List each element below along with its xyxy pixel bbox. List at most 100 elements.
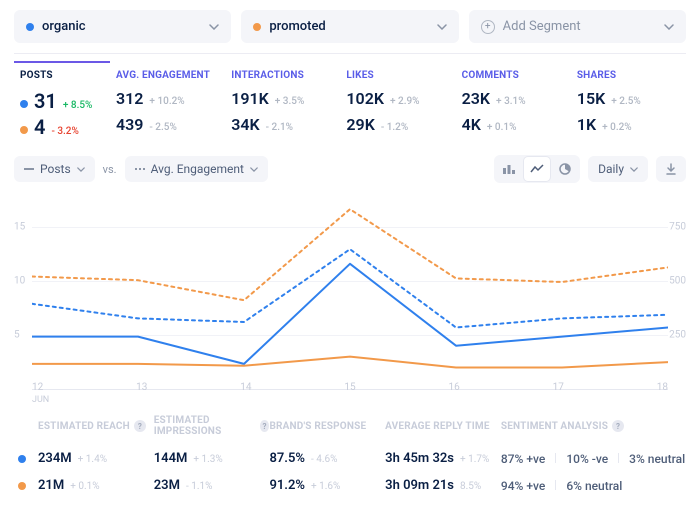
metric-value: 31 (34, 89, 57, 113)
metric-value: 29K (346, 115, 374, 134)
reply-value: 3h 09m 21s (385, 478, 454, 493)
metric-delta: - 1.2% (381, 122, 408, 133)
line-solid-icon (24, 168, 34, 170)
vs-label: vs. (103, 163, 117, 176)
y-tick: 10 (14, 276, 25, 287)
metric-value: 4K (462, 115, 481, 134)
chart: 15 10 5 750 500 250 12131415161718 JUN (14, 191, 686, 391)
help-icon[interactable]: ? (612, 420, 624, 432)
impr-value: 144M (154, 451, 188, 466)
chevron-down-icon (250, 167, 258, 172)
dot-promoted (18, 482, 26, 490)
line-dashed-icon (135, 168, 145, 170)
metric-col-likes[interactable]: LIKES 102K+ 2.9% 29K- 1.2% (340, 64, 455, 151)
reach-delta: + 1.4% (78, 454, 107, 465)
metric-delta: + 2.9% (390, 96, 420, 107)
reach-value: 21M (38, 478, 64, 493)
sent-neg: 10% -ve (566, 452, 608, 466)
left-metric-selector[interactable]: Posts (14, 156, 95, 182)
metric-col-shares[interactable]: SHARES 15K+ 2.5% 1K+ 0.2% (571, 64, 686, 151)
table-row: 234M+ 1.4% 144M+ 1.3% 87.5%- 4.6% 3h 45m… (14, 445, 686, 472)
resp-value: 87.5% (269, 451, 305, 466)
left-metric-label: Posts (40, 162, 71, 176)
metric-col-comments[interactable]: COMMENTS 23K+ 3.1% 4K+ 0.1% (456, 64, 571, 151)
divider (14, 53, 686, 54)
reach-delta: + 0.1% (70, 481, 99, 492)
metric-delta: + 2.5% (611, 96, 641, 107)
metric-delta: + 3.1% (496, 96, 526, 107)
y-tick: 5 (14, 330, 20, 341)
segment-label: promoted (269, 19, 325, 34)
resp-delta: - 4.6% (311, 454, 337, 465)
chevron-down-icon (630, 167, 638, 172)
th-reply: AVERAGE REPLY TIME (385, 415, 501, 437)
metric-value: 312 (116, 89, 143, 108)
metric-header: AVG. ENGAGEMENT (116, 70, 219, 81)
segment-label: organic (42, 19, 86, 34)
impr-value: 23M (154, 478, 180, 493)
metric-delta: - 2.5% (149, 122, 176, 133)
segment-dot-promoted (253, 23, 261, 31)
reply-delta: + 1.7% (460, 454, 489, 465)
chevron-down-icon (77, 167, 85, 172)
segment-dot-organic (26, 23, 34, 31)
sent-pos: 87% +ve (501, 452, 545, 466)
plus-icon: + (481, 20, 495, 34)
add-segment-button[interactable]: + Add Segment (469, 10, 686, 43)
reply-value: 3h 45m 32s (385, 451, 454, 466)
reply-delta: 8.5% (460, 481, 481, 492)
interval-selector[interactable]: Daily (588, 156, 648, 182)
metric-header: SHARES (577, 70, 680, 81)
metric-header: INTERACTIONS (231, 70, 334, 81)
metric-delta: - 2.1% (266, 122, 293, 133)
metric-value: 439 (116, 115, 143, 134)
metric-col-interactions[interactable]: INTERACTIONS 191K + 3.5% 34K - 2.1% (225, 64, 340, 151)
pie-chart-icon[interactable] (552, 157, 578, 181)
x-month-label: JUN (32, 395, 49, 405)
y-tick: 15 (14, 222, 25, 233)
metric-col-posts[interactable]: POSTS 31 + 8.5% 4 - 3.2% (14, 64, 110, 151)
segment-selector-organic[interactable]: organic (14, 10, 231, 43)
metric-delta: + 0.1% (487, 122, 517, 133)
line-chart-icon[interactable] (524, 157, 550, 181)
stats-table: ESTIMATED REACH? ESTIMATED IMPRESSIONS? … (14, 415, 686, 499)
metrics-summary: POSTS 31 + 8.5% 4 - 3.2% AVG. ENGAGEMENT 3… (0, 64, 700, 151)
metric-delta: + 8.5% (63, 100, 93, 111)
sent-neu: 3% neutral (629, 452, 685, 466)
y-tick: 750 (669, 222, 686, 233)
interval-label: Daily (598, 162, 624, 176)
th-reach: ESTIMATED REACH? (38, 415, 154, 437)
th-sentiment: SENTIMENT ANALYSIS? (501, 415, 686, 437)
metric-header: POSTS (20, 70, 104, 81)
reach-value: 234M (38, 451, 72, 466)
y-tick: 500 (669, 276, 686, 287)
resp-delta: + 1.6% (311, 481, 340, 492)
th-response: BRAND'S RESPONSE (269, 415, 385, 437)
metric-value: 34K (231, 115, 259, 134)
y-tick: 250 (669, 330, 686, 341)
chevron-down-icon (664, 24, 674, 30)
metric-delta: - 3.2% (51, 126, 78, 137)
segment-selector-promoted[interactable]: promoted (241, 10, 458, 43)
right-metric-selector[interactable]: Avg. Engagement (125, 156, 268, 182)
x-axis-labels: 12131415161718 (32, 382, 668, 393)
metric-value: 191K (231, 89, 269, 108)
dot-promoted (20, 126, 28, 134)
impr-delta: - 1.1% (186, 481, 212, 492)
metric-value: 4 (34, 115, 45, 139)
bar-chart-icon[interactable] (496, 157, 522, 181)
metric-delta: + 3.5% (275, 96, 305, 107)
resp-value: 91.2% (269, 478, 305, 493)
metric-delta: + 10.2% (149, 96, 184, 107)
metric-value: 23K (462, 89, 490, 108)
metric-delta: + 0.2% (602, 122, 632, 133)
download-button[interactable] (656, 156, 686, 182)
help-icon[interactable]: ? (134, 420, 146, 432)
metric-value: 102K (346, 89, 384, 108)
chart-type-group (494, 155, 580, 183)
th-impressions: ESTIMATED IMPRESSIONS? (154, 415, 270, 437)
metric-col-engagement[interactable]: AVG. ENGAGEMENT 312 + 10.2% 439 - 2.5% (110, 64, 225, 151)
right-metric-label: Avg. Engagement (151, 162, 244, 176)
help-icon[interactable]: ? (260, 420, 270, 432)
add-segment-label: Add Segment (503, 19, 581, 34)
